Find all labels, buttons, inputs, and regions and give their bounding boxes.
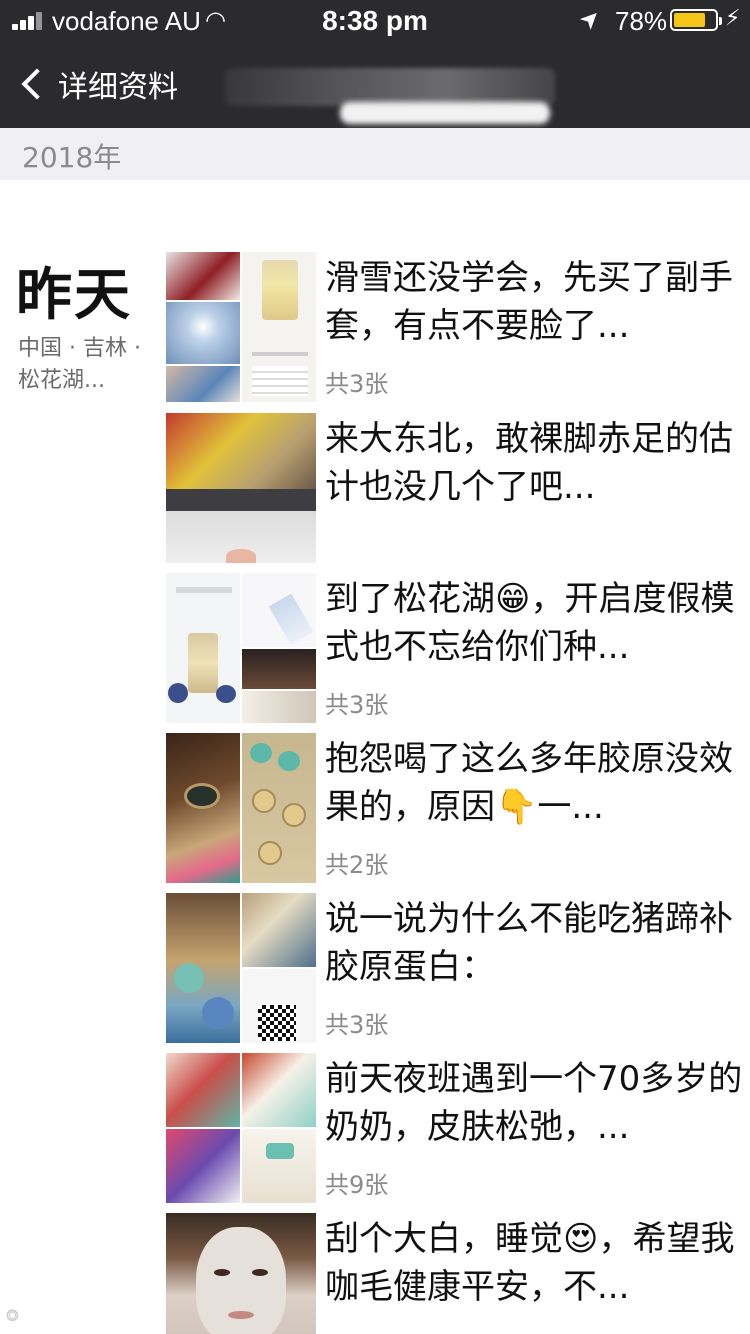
post-thumbnails (166, 252, 316, 402)
post-text: 抱怨喝了这么多年胶原没效果的，原因👇一... (325, 739, 733, 827)
battery-icon (670, 9, 722, 31)
post-text: 到了松花湖😁，开启度假模式也不忘给你们种... (325, 579, 735, 667)
post-text: 滑雪还没学会，先买了副手套，有点不要脸了... (325, 258, 733, 346)
post-text: 来大东北，敢裸脚赤足的估计也没几个了吧... (325, 419, 733, 507)
post-text: 说一说为什么不能吃猪蹄补胶原蛋白： (325, 899, 733, 987)
photo-count: 共2张 (325, 851, 389, 879)
post-text: 刮个大白，睡觉😍，希望我咖毛健康平安，不... (325, 1219, 735, 1307)
moment-post-6[interactable]: 前天夜班遇到一个70多岁的奶奶，皮肤松弛，... 共9张 (166, 1053, 746, 1203)
post-thumbnails (166, 893, 316, 1043)
back-label: 详细资料 (58, 70, 178, 105)
post-thumbnails (166, 573, 316, 723)
battery-percent: 78% (615, 6, 668, 36)
photo-count: 共3张 (325, 691, 389, 719)
nav-bar: 详细资料 (0, 48, 750, 124)
post-text: 前天夜班遇到一个70多岁的奶奶，皮肤松弛，... (325, 1059, 743, 1147)
moment-post-2[interactable]: 来大东北，敢裸脚赤足的估计也没几个了吧... (166, 413, 746, 563)
day-label: 昨天 (16, 263, 132, 328)
moment-post-5[interactable]: 说一说为什么不能吃猪蹄补胶原蛋白： 共3张 (166, 893, 746, 1043)
year-label: 2018年 (22, 141, 122, 174)
chevron-left-icon (21, 68, 53, 100)
blurred-overlay (340, 102, 550, 124)
year-header: 2018年 (0, 128, 750, 180)
moment-post-4[interactable]: 抱怨喝了这么多年胶原没效果的，原因👇一... 共2张 (166, 733, 746, 883)
charging-icon: ⚡ (725, 6, 741, 31)
post-thumbnails (166, 1213, 316, 1334)
photo-count: 共3张 (325, 370, 389, 398)
post-thumbnails (166, 733, 316, 883)
post-thumbnails (166, 413, 316, 563)
photo-count: 共3张 (325, 1011, 389, 1039)
moment-post-3[interactable]: 到了松花湖😁，开启度假模式也不忘给你们种... 共3张 (166, 573, 746, 723)
post-thumbnails (166, 1053, 316, 1203)
back-button[interactable]: 详细资料 (18, 62, 178, 106)
location-label[interactable]: 中国 · 吉林 · 松花湖... (18, 333, 158, 397)
blurred-profile-name (225, 68, 555, 106)
status-bar: vodafone AU ◠ 8:38 pm ➤ 78% ⚡ (0, 0, 750, 40)
photo-count: 共9张 (325, 1171, 389, 1199)
top-bar: vodafone AU ◠ 8:38 pm ➤ 78% ⚡ 详细资料 (0, 0, 750, 128)
moment-post-1[interactable]: 滑雪还没学会，先买了副手套，有点不要脸了... 共3张 (166, 252, 746, 402)
watermark-logo: ⭗ (6, 1306, 19, 1325)
moment-post-7[interactable]: 刮个大白，睡觉😍，希望我咖毛健康平安，不... (166, 1213, 746, 1334)
